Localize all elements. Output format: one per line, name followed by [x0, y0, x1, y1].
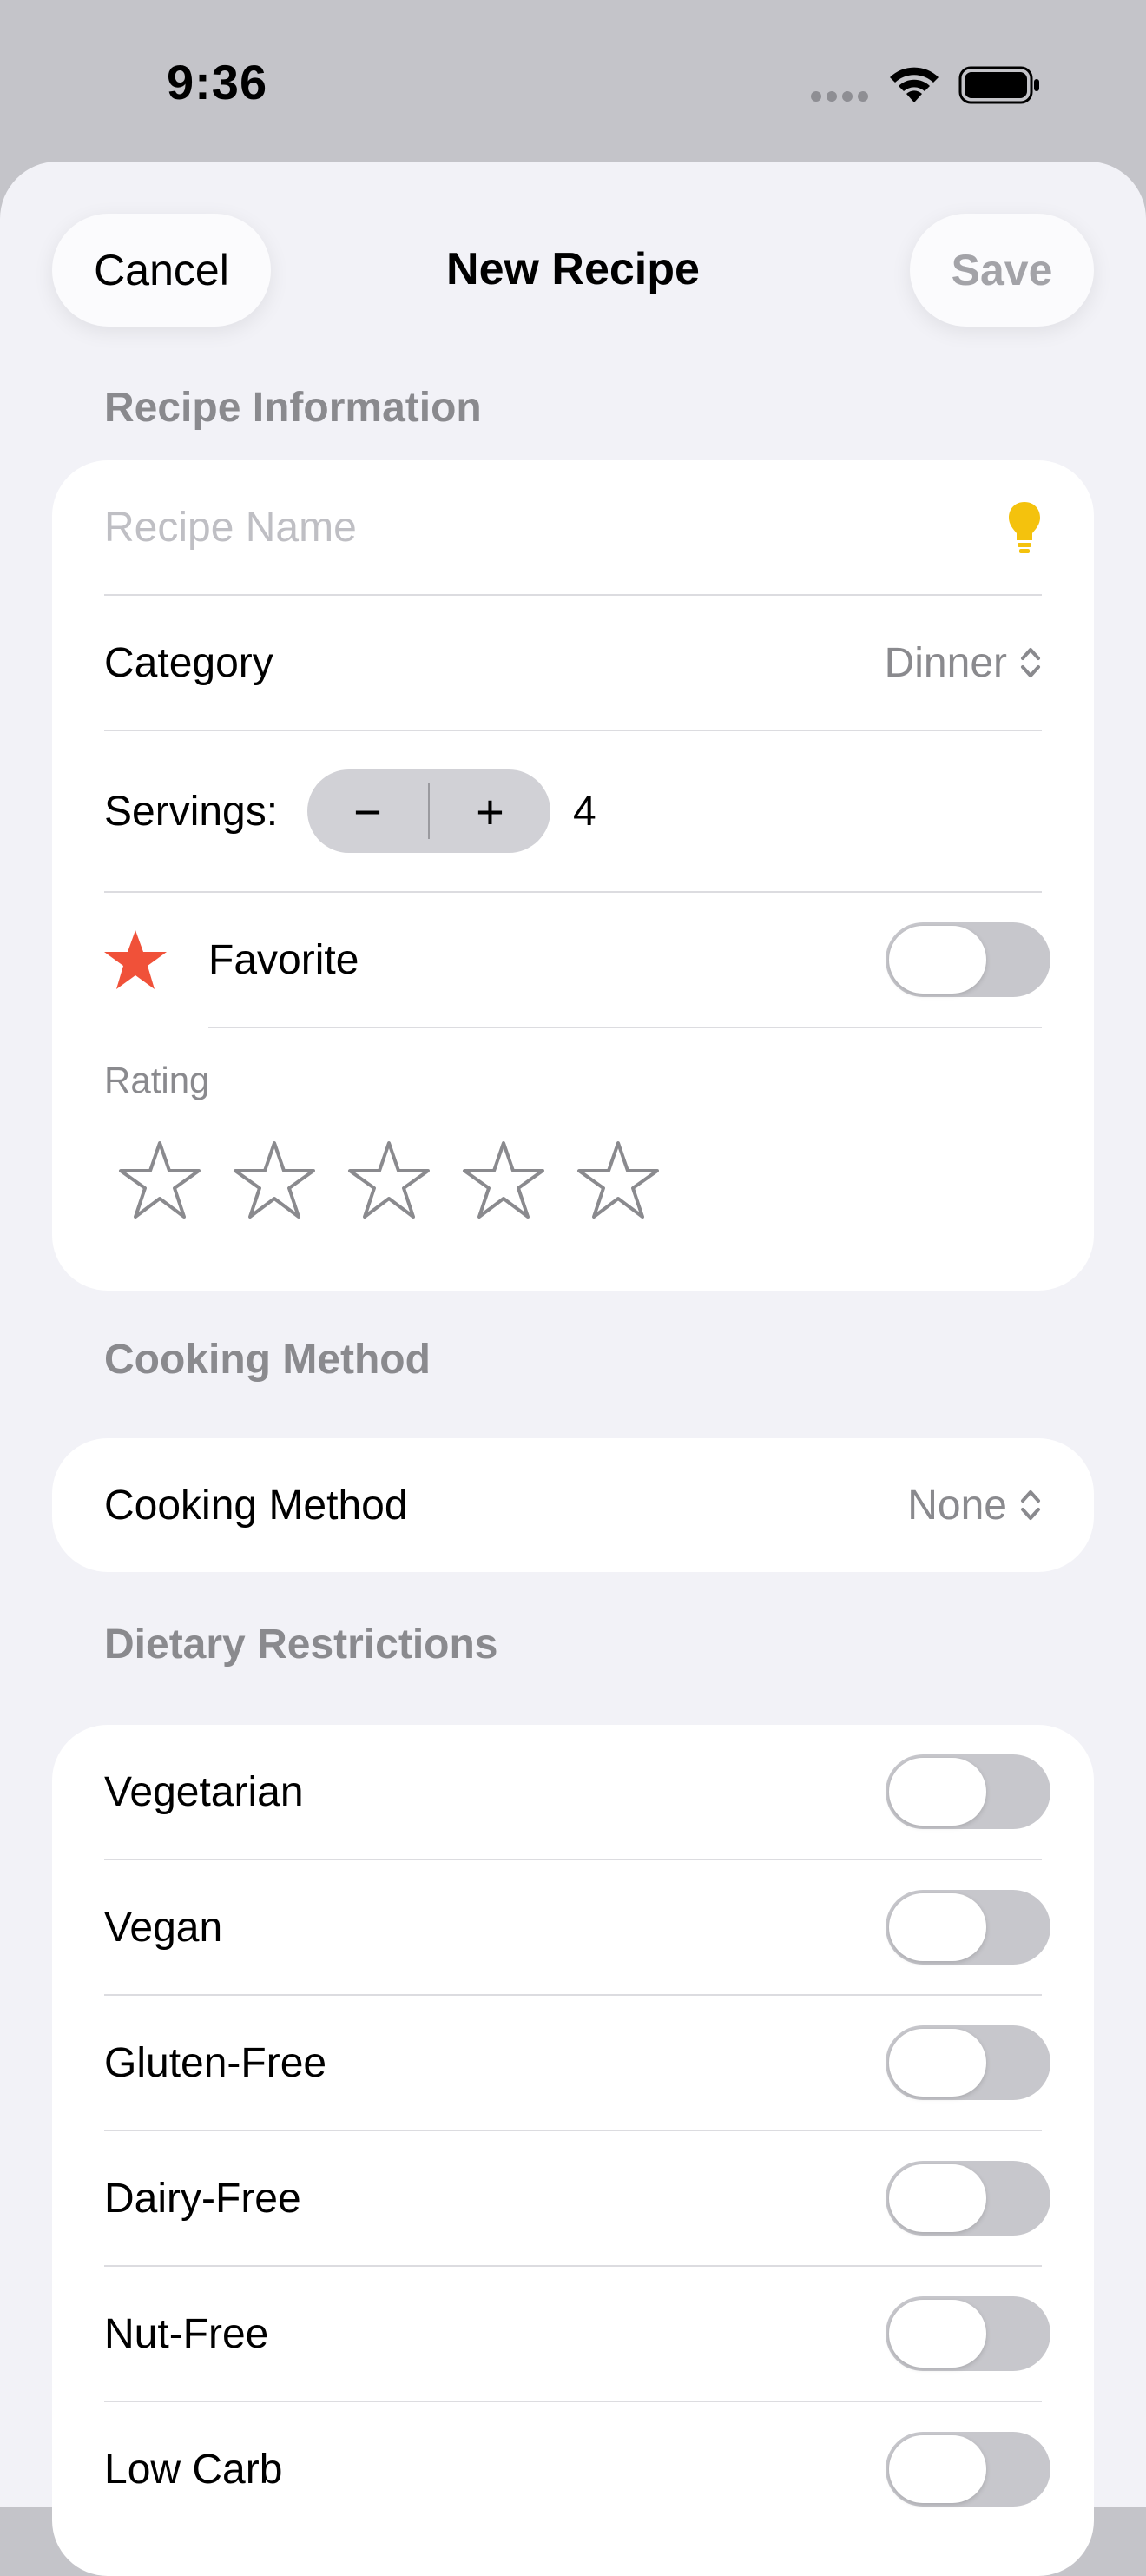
cooking-method-picker[interactable]: None: [907, 1482, 1042, 1529]
servings-row: Servings: − + 4: [52, 731, 1094, 891]
star-filled-icon: [104, 930, 167, 989]
dietary-row-vegetarian: Vegetarian: [52, 1725, 1094, 1859]
recipe-name-row[interactable]: Recipe Name: [52, 460, 1094, 594]
status-time: 9:36: [167, 55, 268, 109]
cooking-method-card: Cooking Method None: [52, 1438, 1094, 1572]
section-header-cooking-method: Cooking Method: [104, 1337, 431, 1383]
save-button[interactable]: Save: [910, 214, 1094, 327]
new-recipe-sheet: Cancel New Recipe Save Recipe Informatio…: [0, 162, 1146, 2576]
dietary-toggle[interactable]: [886, 2296, 1050, 2371]
dietary-toggle[interactable]: [886, 2025, 1050, 2100]
dietary-row-low-carb: Low Carb: [52, 2402, 1094, 2536]
servings-value: 4: [573, 788, 596, 835]
dietary-toggle[interactable]: [886, 2161, 1050, 2236]
rating-label: Rating: [104, 1060, 210, 1100]
category-value: Dinner: [884, 639, 1007, 686]
cooking-method-label: Cooking Method: [104, 1482, 408, 1529]
dietary-row-dairy-free: Dairy-Free: [52, 2131, 1094, 2265]
divider: [208, 1027, 1042, 1028]
dietary-toggle[interactable]: [886, 2432, 1050, 2507]
dietary-label: Vegan: [104, 1904, 223, 1951]
increment-button[interactable]: +: [430, 769, 550, 853]
rating-star-5-icon[interactable]: [576, 1139, 660, 1219]
dietary-label: Dairy-Free: [104, 2175, 301, 2222]
dietary-row-nut-free: Nut-Free: [52, 2267, 1094, 2401]
wifi-icon: [890, 67, 939, 102]
favorite-toggle[interactable]: [886, 922, 1050, 997]
lightbulb-icon[interactable]: [1007, 500, 1042, 554]
dietary-restrictions-card: Vegetarian Vegan Gluten-Free Dairy-Free Nut-…: [52, 1725, 1094, 2576]
dietary-row-gluten-free: Gluten-Free: [52, 1996, 1094, 2130]
rating-stars[interactable]: [118, 1139, 660, 1219]
decrement-button[interactable]: −: [307, 769, 428, 853]
rating-star-3-icon[interactable]: [347, 1139, 431, 1219]
chevron-up-down-icon: [1021, 648, 1040, 677]
cellular-signal-icon: [811, 90, 873, 106]
dietary-label: Gluten-Free: [104, 2039, 327, 2086]
chevron-up-down-icon: [1021, 1490, 1040, 1520]
section-header-recipe-information: Recipe Information: [104, 385, 482, 431]
dietary-label: Nut-Free: [104, 2310, 269, 2357]
recipe-name-input[interactable]: Recipe Name: [104, 504, 357, 552]
favorite-row: Favorite: [52, 893, 1094, 1027]
favorite-label: Favorite: [208, 936, 359, 983]
battery-icon: [958, 66, 1039, 104]
category-row[interactable]: Category Dinner: [52, 596, 1094, 730]
category-label: Category: [104, 639, 273, 686]
servings-stepper[interactable]: − +: [307, 769, 550, 853]
section-header-dietary-restrictions: Dietary Restrictions: [104, 1622, 498, 1668]
dietary-toggle[interactable]: [886, 1890, 1050, 1965]
cooking-method-value: None: [907, 1482, 1007, 1529]
servings-label: Servings:: [104, 788, 279, 835]
rating-star-2-icon[interactable]: [233, 1139, 316, 1219]
dietary-label: Vegetarian: [104, 1768, 304, 1815]
dietary-row-vegan: Vegan: [52, 1860, 1094, 1994]
category-picker[interactable]: Dinner: [885, 639, 1042, 687]
recipe-information-card: Recipe Name Category Dinner Servings: − …: [52, 460, 1094, 1291]
rating-star-1-icon[interactable]: [118, 1139, 201, 1219]
rating-star-4-icon[interactable]: [462, 1139, 545, 1219]
dietary-toggle[interactable]: [886, 1754, 1050, 1829]
dietary-label: Low Carb: [104, 2446, 283, 2493]
status-bar: 9:36: [0, 0, 1146, 162]
cooking-method-row[interactable]: Cooking Method None: [52, 1438, 1094, 1572]
